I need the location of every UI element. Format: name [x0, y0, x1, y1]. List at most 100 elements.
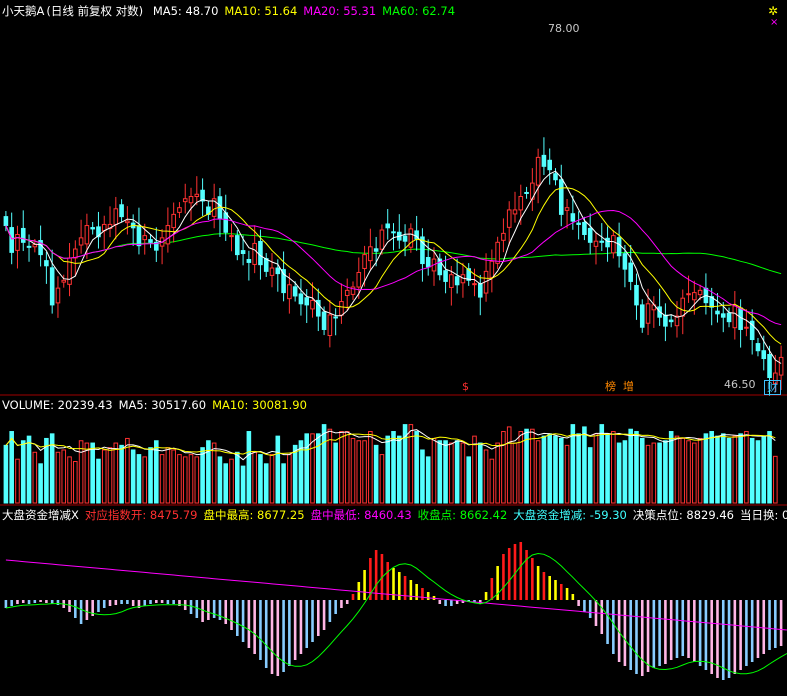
- candlestick-series: [3, 137, 784, 396]
- volume-bar: [263, 463, 269, 504]
- candle-body: [686, 293, 691, 296]
- indicator-bar: [542, 572, 546, 600]
- candle-body: [692, 292, 697, 301]
- indicator-bar: [311, 600, 314, 642]
- candle-body: [304, 297, 310, 306]
- volume-bar: [715, 435, 720, 504]
- indicator-signal-line: [5, 552, 787, 675]
- volume-bar: [258, 454, 263, 504]
- volume-bar: [385, 435, 391, 504]
- chart-canvas: [0, 137, 787, 680]
- volume-bar: [26, 435, 32, 504]
- indicator-bar: [230, 600, 233, 630]
- marker-bang[interactable]: 榜: [603, 380, 618, 393]
- marker-cai[interactable]: 财: [764, 380, 781, 395]
- volume-bar: [616, 442, 622, 504]
- candle-body: [275, 267, 281, 275]
- indicator-bar: [374, 550, 378, 600]
- indicator-label-1: 对应指数开: 8475.79: [84, 508, 198, 522]
- candle-body: [136, 225, 142, 247]
- indicator-header: 大盘资金增减X 对应指数开: 8475.79 盘中最高: 8677.25 盘中最低: …: [2, 508, 787, 522]
- volume-bar: [651, 442, 657, 504]
- volume-bar: [67, 456, 72, 504]
- indicator-bar: [600, 600, 604, 634]
- stock-name: 小天鹅A: [2, 4, 45, 18]
- volume-bar: [501, 431, 506, 504]
- indicator-bar: [224, 600, 228, 624]
- indicator-bar: [502, 554, 505, 600]
- marker-zeng[interactable]: 增: [621, 380, 636, 393]
- volume-bar: [269, 454, 275, 504]
- volume-bar: [368, 431, 373, 504]
- indicator-bar: [739, 600, 742, 670]
- volume-bar: [350, 437, 356, 504]
- indicator-bar: [490, 578, 494, 600]
- volume-bar: [622, 440, 628, 504]
- volume-bar: [466, 456, 472, 504]
- indicator-bars: [4, 542, 787, 680]
- volume-bar: [530, 428, 535, 504]
- candle-body: [518, 196, 524, 211]
- volume-bar: [599, 424, 605, 504]
- low-price-label: 46.50: [724, 378, 756, 391]
- candle-body: [165, 225, 171, 245]
- volume-bar: [194, 456, 200, 504]
- candle-body: [78, 237, 84, 246]
- indicator-bar: [45, 600, 48, 603]
- candle-body: [402, 235, 408, 242]
- indicator-bar: [675, 600, 679, 658]
- volume-bar: [553, 435, 558, 504]
- volume-bar: [755, 440, 761, 504]
- indicator-bar: [779, 600, 783, 646]
- indicator-bar: [39, 600, 42, 602]
- candle-body: [362, 254, 367, 269]
- indicator-bar: [79, 600, 83, 624]
- candle-body: [61, 279, 67, 283]
- indicator-bar: [316, 600, 320, 636]
- moving-average-lines: [5, 170, 782, 364]
- volume-bar: [703, 433, 709, 504]
- indicator-bar: [403, 576, 407, 600]
- indicator-bar: [583, 600, 586, 612]
- indicator-bar: [438, 600, 442, 604]
- volume-bar: [339, 431, 344, 504]
- gear-icon[interactable]: ✲: [768, 5, 778, 17]
- indicator-bar: [108, 600, 112, 606]
- volume-bar: [211, 442, 217, 504]
- volume-bar: [55, 451, 61, 504]
- marker-dollar[interactable]: $: [460, 380, 471, 393]
- indicator-bar: [212, 600, 216, 618]
- indicator-bar: [195, 600, 199, 618]
- candle-body: [616, 237, 622, 257]
- indicator-bar: [519, 542, 523, 600]
- candle-body: [611, 235, 616, 254]
- candle-body: [3, 216, 9, 227]
- candle-body: [292, 286, 298, 297]
- volume-bar: [720, 433, 726, 504]
- candle-body: [778, 356, 784, 376]
- volume-label-0: VOLUME: 20239.43: [2, 398, 113, 412]
- indicator-bar: [450, 600, 453, 606]
- volume-bar: [15, 458, 20, 504]
- indicator-bar: [160, 600, 164, 603]
- indicator-bar: [762, 600, 766, 654]
- volume-bar: [223, 463, 229, 504]
- volume-bar: [130, 449, 136, 504]
- candle-body: [663, 314, 668, 327]
- volume-bar: [425, 456, 431, 504]
- volume-bar: [281, 463, 286, 504]
- volume-bar: [472, 435, 477, 504]
- indicator-bar: [571, 594, 575, 600]
- indicator-bar: [612, 600, 615, 654]
- candle-body: [258, 240, 263, 266]
- indicator-bar: [559, 584, 563, 600]
- indicator-bar: [120, 600, 123, 604]
- candle-body: [182, 198, 188, 203]
- indicator-bar: [363, 570, 366, 600]
- volume-bar: [541, 435, 547, 504]
- volume-bar: [119, 444, 124, 504]
- volume-bar: [310, 433, 315, 504]
- close-icon[interactable]: ×: [770, 17, 778, 29]
- volume-bar: [443, 440, 448, 504]
- indicator-bar: [253, 600, 256, 654]
